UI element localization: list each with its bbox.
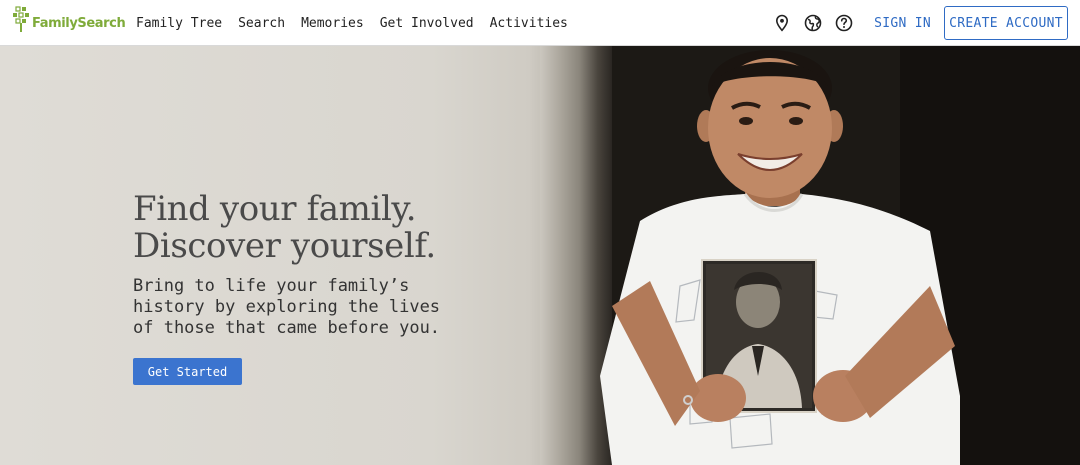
- utility-nav: SIGN IN CREATE ACCOUNT: [773, 0, 1080, 46]
- create-account-button[interactable]: CREATE ACCOUNT: [944, 6, 1068, 40]
- nav-item-search[interactable]: Search: [238, 16, 285, 31]
- tree-logo-icon: [13, 6, 29, 32]
- hero-title: Find your family. Discover yourself.: [133, 189, 436, 266]
- globe-icon[interactable]: [804, 14, 822, 32]
- nav-item-family-tree[interactable]: Family Tree: [136, 16, 222, 31]
- familysearch-logo[interactable]: FamilySearch: [12, 4, 126, 34]
- sign-in-link[interactable]: SIGN IN: [874, 16, 931, 31]
- help-icon[interactable]: [835, 14, 853, 32]
- nav-item-get-involved[interactable]: Get Involved: [380, 16, 474, 31]
- nav-item-memories[interactable]: Memories: [301, 16, 364, 31]
- location-pin-icon[interactable]: [773, 14, 791, 32]
- top-header: FamilySearch Family Tree Search Memories…: [0, 0, 1080, 46]
- brand-name: FamilySearch: [32, 15, 126, 31]
- nav-item-activities[interactable]: Activities: [490, 16, 568, 31]
- main-nav: Family Tree Search Memories Get Involved…: [136, 0, 584, 46]
- hero-subtitle: Bring to life your family’s history by e…: [133, 276, 441, 338]
- get-started-button[interactable]: Get Started: [133, 358, 242, 385]
- hero-banner: Find your family. Discover yourself. Bri…: [0, 46, 1080, 465]
